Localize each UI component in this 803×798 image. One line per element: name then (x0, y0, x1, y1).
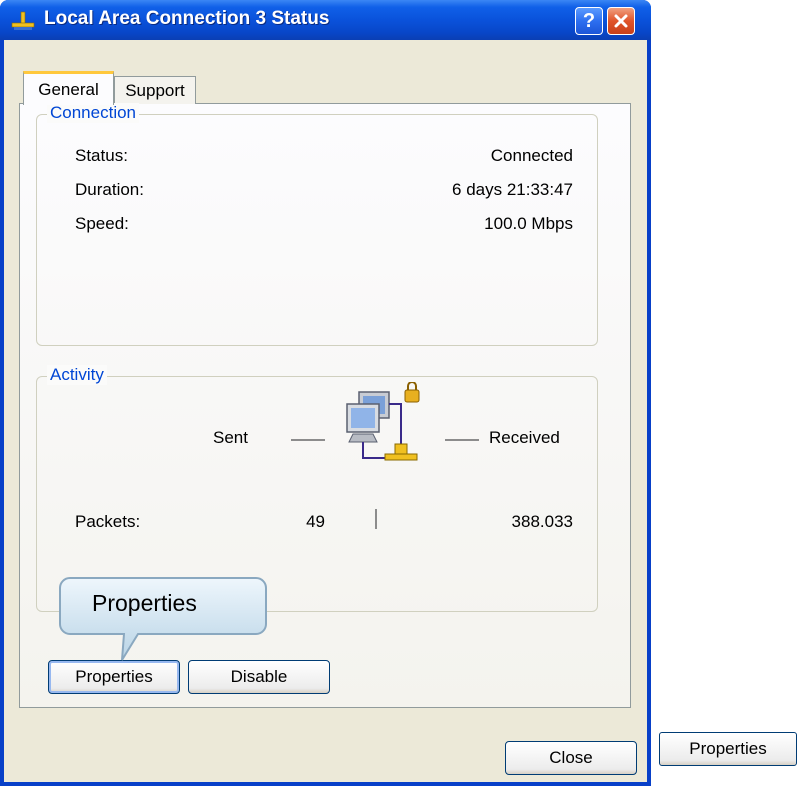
tab-general[interactable]: General (23, 71, 114, 105)
properties-button-sample[interactable]: Properties (659, 732, 797, 766)
packets-sent-value: 49 (306, 512, 325, 531)
close-window-button[interactable] (607, 7, 635, 35)
received-label: Received (489, 428, 560, 447)
title-bar[interactable]: Local Area Connection 3 Status ? (0, 0, 651, 40)
properties-callout-bubble (59, 577, 267, 661)
network-computers-icon (346, 382, 420, 461)
duration-label: Duration: (75, 180, 144, 199)
speed-value: 100.0 Mbps (484, 214, 573, 233)
help-button[interactable]: ? (575, 7, 603, 35)
tab-support[interactable]: Support (114, 76, 196, 104)
disable-button[interactable]: Disable (188, 660, 330, 694)
packets-separator (375, 509, 377, 529)
packets-received-value: 388.033 (511, 512, 573, 531)
activity-group-label: Activity (47, 365, 107, 385)
duration-value: 6 days 21:33:47 (452, 180, 573, 199)
status-label: Status: (75, 146, 128, 165)
sent-line (291, 439, 325, 441)
properties-button[interactable]: Properties (48, 660, 180, 694)
packets-label: Packets: (75, 512, 141, 531)
speed-label: Speed: (75, 214, 129, 233)
status-value: Connected (490, 146, 573, 165)
window-title: Local Area Connection 3 Status (44, 8, 330, 29)
received-line (445, 439, 479, 441)
close-button[interactable]: Close (505, 741, 637, 775)
connection-group: Connection Status: Connected Duration: 6… (36, 103, 598, 346)
connection-group-label: Connection (47, 103, 140, 123)
close-icon (614, 14, 628, 28)
sent-label: Sent (213, 428, 248, 447)
dialog-client: General Support Connection Status: Conne… (4, 40, 647, 782)
network-plug-icon (11, 11, 35, 30)
status-window: Local Area Connection 3 Status ? General… (0, 0, 651, 786)
callout-text: Properties (92, 590, 197, 616)
